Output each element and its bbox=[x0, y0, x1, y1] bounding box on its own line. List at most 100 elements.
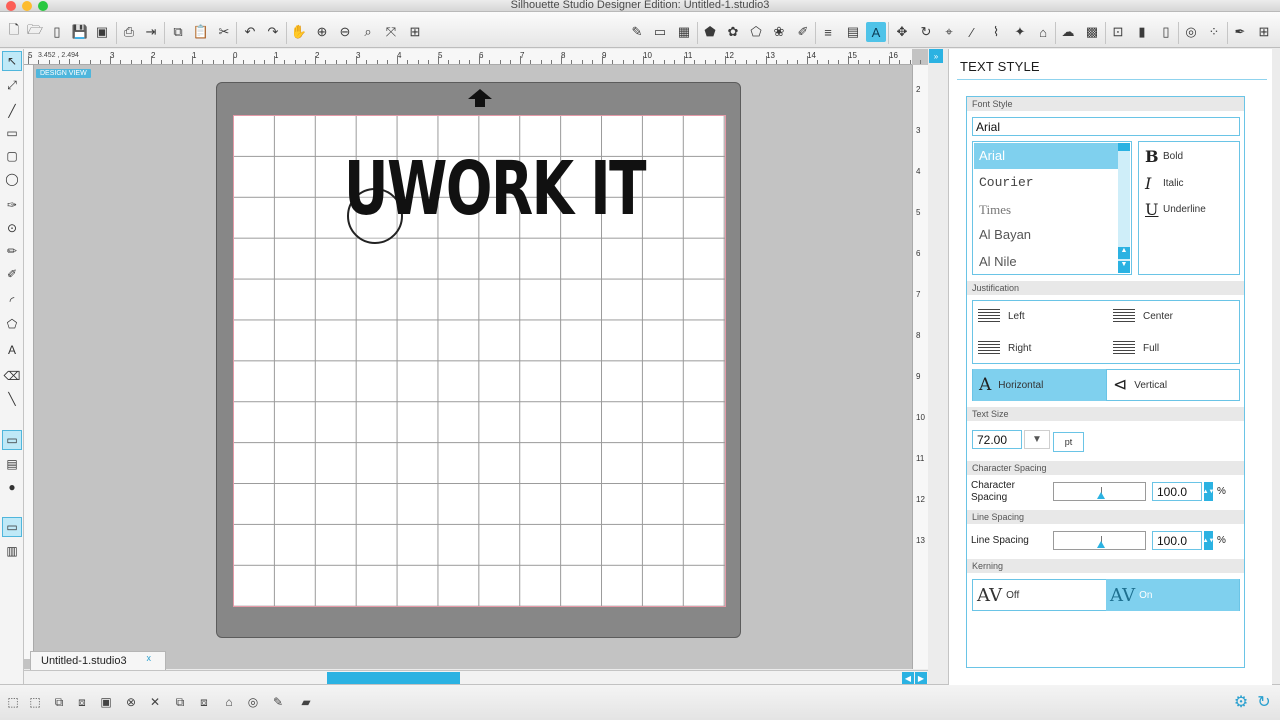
store-view-icon[interactable]: ● bbox=[2, 477, 22, 497]
curve-tool-icon[interactable]: ⊙ bbox=[2, 218, 22, 238]
rotate-icon[interactable]: ↻ bbox=[916, 22, 936, 42]
character-spacing-input[interactable]: 100.0 bbox=[1152, 482, 1202, 501]
fill-pattern-icon[interactable]: ✿ bbox=[723, 22, 743, 42]
zoom-out-icon[interactable]: ⊖ bbox=[335, 22, 355, 42]
eraser-tool-icon[interactable]: ⌫ bbox=[2, 366, 22, 386]
line-tool-icon[interactable]: ╱ bbox=[2, 101, 22, 121]
cut-settings-icon[interactable]: ▯ bbox=[1156, 22, 1176, 42]
release-compound-path-icon[interactable]: ⊗ bbox=[122, 693, 140, 711]
design-view-icon[interactable]: ▭ bbox=[2, 430, 22, 450]
pan-hand-icon[interactable]: ✋ bbox=[289, 22, 309, 42]
copy-icon[interactable]: ⧉ bbox=[168, 22, 188, 42]
font-list-scroll-down[interactable]: ▼ bbox=[1118, 261, 1130, 273]
bold-option[interactable]: B Bold bbox=[1145, 145, 1235, 167]
send-bottom-icon[interactable]: ▰ bbox=[297, 693, 315, 711]
justify-left-button[interactable]: Left bbox=[978, 305, 1098, 327]
line-color-2-icon[interactable]: ▤ bbox=[843, 22, 863, 42]
grid-icon[interactable]: ▦ bbox=[674, 22, 694, 42]
gradient-icon[interactable]: ⬠ bbox=[746, 22, 766, 42]
justify-full-button[interactable]: Full bbox=[1113, 337, 1233, 359]
trace-bottom-icon[interactable]: ✎ bbox=[269, 693, 287, 711]
cut-area-grid[interactable]: UWORK IT bbox=[233, 115, 726, 607]
arc-tool-icon[interactable]: ◜ bbox=[2, 291, 22, 311]
library-icon[interactable]: ☁ bbox=[1058, 22, 1078, 42]
deselect-icon[interactable]: ⬚ bbox=[26, 693, 44, 711]
sync-icon[interactable]: ↻ bbox=[1255, 693, 1273, 711]
cut-icon[interactable]: ✂ bbox=[214, 22, 234, 42]
character-spacing-stepper[interactable]: ▲▼ bbox=[1203, 482, 1214, 501]
ungroup-icon[interactable]: ⧈ bbox=[73, 693, 91, 711]
line-spacing-input[interactable]: 100.0 bbox=[1152, 531, 1202, 550]
bring-to-front-icon[interactable]: ⧉ bbox=[171, 693, 189, 711]
pixscan-icon[interactable]: ⌂ bbox=[1033, 22, 1053, 42]
font-item-al-bayan[interactable]: Al Bayan bbox=[974, 222, 1118, 248]
design-text-object[interactable]: UWORK IT bbox=[344, 152, 646, 226]
line-spacing-stepper[interactable]: ▲▼ bbox=[1203, 531, 1214, 550]
pencil-tool-icon[interactable]: ✏ bbox=[2, 241, 22, 261]
fit-to-page-icon[interactable]: ⊞ bbox=[405, 22, 425, 42]
horizontal-scrollbar[interactable]: ◀ ▶ bbox=[24, 670, 928, 684]
new-document-icon[interactable]: 🗋 bbox=[4, 22, 24, 42]
send-to-back-icon[interactable]: ⧈ bbox=[195, 693, 213, 711]
media-view-icon[interactable]: ▤ bbox=[2, 454, 22, 474]
font-item-arial[interactable]: Arial bbox=[974, 143, 1118, 169]
offset-bottom-icon[interactable]: ◎ bbox=[244, 693, 262, 711]
line-style-icon[interactable]: ❀ bbox=[769, 22, 789, 42]
line-style-2-icon[interactable]: ≡ bbox=[818, 22, 838, 42]
redo-icon[interactable]: ↷ bbox=[263, 22, 283, 42]
print-icon[interactable]: ⎙ bbox=[119, 22, 139, 42]
vertical-direction-button[interactable]: ⊲ Vertical bbox=[1106, 369, 1239, 401]
page-setup-icon[interactable]: ▭ bbox=[650, 22, 670, 42]
text-size-dropdown-icon[interactable]: ▼ bbox=[1024, 430, 1050, 449]
zoom-in-icon[interactable]: ⊕ bbox=[312, 22, 332, 42]
select-all-icon[interactable]: ⬚ bbox=[4, 693, 22, 711]
close-tab-icon[interactable]: x bbox=[147, 653, 152, 663]
kerning-off-button[interactable]: AV Off bbox=[973, 579, 1106, 611]
send-to-cutter-icon[interactable]: ⇥ bbox=[141, 22, 161, 42]
font-list-scroll-up[interactable]: ▲ bbox=[1118, 247, 1130, 259]
text-size-input[interactable]: 72.00 bbox=[972, 430, 1022, 449]
text-size-unit[interactable]: pt bbox=[1053, 432, 1084, 452]
ellipse-tool-icon[interactable]: ◯ bbox=[2, 169, 22, 189]
polygon-tool-icon[interactable]: ✑ bbox=[2, 195, 22, 215]
send-icon[interactable]: ◎ bbox=[1181, 22, 1201, 42]
document-tab[interactable]: Untitled-1.studio3 x bbox=[30, 651, 166, 670]
drag-zoom-icon[interactable]: ⤧ bbox=[381, 22, 401, 42]
font-item-times[interactable]: Times bbox=[974, 197, 1118, 223]
trace-icon[interactable]: ✦ bbox=[1010, 22, 1030, 42]
store-icon[interactable]: ▩ bbox=[1082, 22, 1102, 42]
kerning-on-button[interactable]: AV On bbox=[1106, 579, 1239, 611]
weld-icon[interactable]: ⌂ bbox=[220, 693, 238, 711]
character-spacing-slider[interactable] bbox=[1053, 482, 1146, 501]
single-panel-view-icon[interactable]: ▭ bbox=[2, 517, 22, 537]
grid-settings-icon[interactable]: ⁘ bbox=[1204, 22, 1224, 42]
justify-right-button[interactable]: Right bbox=[978, 337, 1098, 359]
shape-fill-icon[interactable]: ⬟ bbox=[700, 22, 720, 42]
delete-icon[interactable]: ✕ bbox=[146, 693, 164, 711]
sketch-pen-icon[interactable]: ✒ bbox=[1230, 22, 1250, 42]
justify-center-button[interactable]: Center bbox=[1113, 305, 1233, 327]
transform-icon[interactable]: ✥ bbox=[892, 22, 912, 42]
undo-icon[interactable]: ↶ bbox=[240, 22, 260, 42]
horizontal-direction-button[interactable]: A Horizontal bbox=[973, 369, 1106, 401]
zoom-select-icon[interactable]: ⌕ bbox=[358, 22, 378, 42]
draw-tool-icon[interactable]: ✐ bbox=[2, 264, 22, 284]
scroll-right-button[interactable]: ▶ bbox=[915, 672, 927, 684]
rectangle-tool-icon[interactable]: ▭ bbox=[2, 123, 22, 143]
knife-tool-icon[interactable]: ╲ bbox=[2, 389, 22, 409]
font-search-input[interactable]: Arial bbox=[972, 117, 1240, 136]
replicate-icon[interactable]: ⌖ bbox=[939, 22, 959, 42]
save-to-library-icon[interactable]: ▣ bbox=[92, 22, 112, 42]
paste-icon[interactable]: 📋 bbox=[191, 22, 211, 42]
make-compound-path-icon[interactable]: ▣ bbox=[97, 693, 115, 711]
text-style-icon[interactable]: A bbox=[866, 22, 886, 42]
settings-gear-icon[interactable]: ⚙ bbox=[1232, 693, 1250, 711]
group-icon[interactable]: ⧉ bbox=[50, 693, 68, 711]
line-color-icon[interactable]: ✐ bbox=[793, 22, 813, 42]
horizontal-scrollbar-thumb[interactable] bbox=[327, 672, 460, 684]
select-tool-icon[interactable]: ↖ bbox=[2, 51, 22, 71]
italic-option[interactable]: I Italic bbox=[1145, 172, 1235, 194]
design-canvas[interactable]: 54321012345678910111213141516 2345678910… bbox=[24, 49, 928, 669]
scroll-left-button[interactable]: ◀ bbox=[902, 672, 914, 684]
modify-icon[interactable]: ∕ bbox=[962, 22, 982, 42]
